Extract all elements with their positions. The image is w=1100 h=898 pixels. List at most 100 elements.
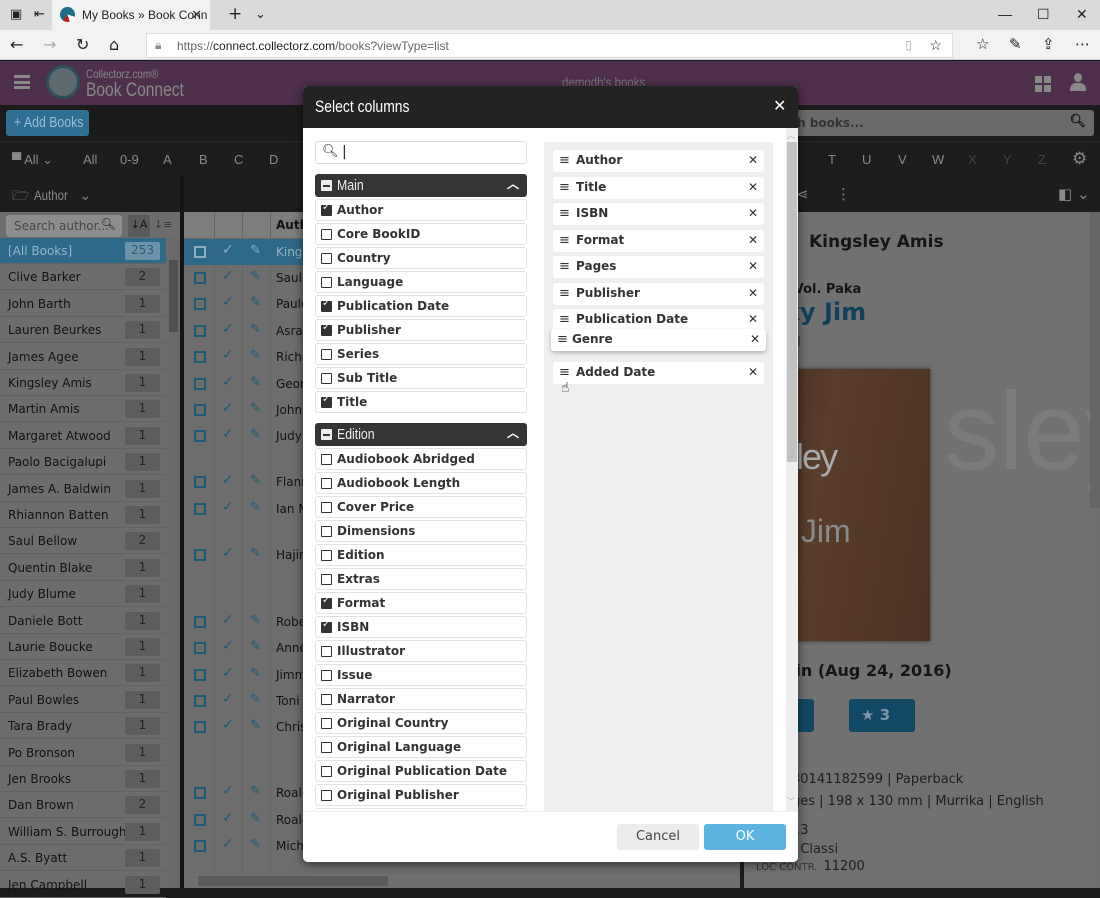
scroll-up-icon[interactable]: ︿ bbox=[787, 130, 795, 141]
author-list-item[interactable]: Elizabeth Bowen 1 bbox=[0, 660, 166, 687]
field-checkbox[interactable] bbox=[321, 322, 332, 336]
edit-pencil-icon[interactable]: ✎ bbox=[250, 666, 261, 681]
remove-column-icon[interactable]: ✕ bbox=[748, 153, 758, 167]
field-option[interactable]: Core BookID bbox=[315, 223, 527, 245]
remove-column-icon[interactable]: ✕ bbox=[748, 180, 758, 194]
more-options-icon[interactable]: ⋮ bbox=[836, 185, 851, 203]
alpha-filter-c[interactable]: C bbox=[234, 152, 243, 167]
selected-column-item[interactable]: ≡ Publication Date ✕ bbox=[553, 309, 764, 331]
edit-pencil-icon[interactable]: ✎ bbox=[250, 500, 261, 515]
browser-tab[interactable]: My Books » Book Conn ✕ bbox=[52, 0, 210, 30]
field-option[interactable]: Country bbox=[315, 247, 527, 269]
share-icon[interactable]: ⇪ bbox=[1042, 35, 1055, 53]
detail-scroll-thumb[interactable] bbox=[1090, 212, 1100, 508]
alpha-filter-y[interactable]: Y bbox=[1003, 152, 1012, 167]
owned-check-icon[interactable]: ✓ bbox=[222, 783, 234, 799]
folder-dropdown[interactable]: 🗁 Author ⌄ bbox=[12, 185, 91, 209]
field-option[interactable]: Series bbox=[315, 343, 527, 365]
owned-check-icon[interactable]: ✓ bbox=[222, 347, 234, 363]
search-books-input[interactable]: ch books... 🔍︎ bbox=[780, 110, 1094, 136]
field-option[interactable]: Sub Title bbox=[315, 367, 527, 389]
alpha-filter-u[interactable]: U bbox=[862, 152, 871, 167]
edit-pencil-icon[interactable]: ✎ bbox=[250, 348, 261, 363]
collapse-minus-icon[interactable] bbox=[321, 429, 332, 440]
edit-pencil-icon[interactable]: ✎ bbox=[250, 639, 261, 654]
field-option[interactable]: Issue bbox=[315, 664, 527, 686]
sidebar-scroll-thumb[interactable] bbox=[169, 260, 178, 332]
sidebar-scrollbar[interactable] bbox=[167, 238, 180, 888]
drag-handle-icon[interactable]: ≡ bbox=[559, 180, 570, 195]
field-checkbox[interactable] bbox=[321, 550, 332, 561]
tab-list-chevron-icon[interactable]: ⌄ bbox=[255, 7, 266, 22]
forward-icon[interactable]: → bbox=[43, 35, 56, 54]
search-icon[interactable]: 🔍︎ bbox=[1069, 114, 1086, 129]
field-checkbox[interactable] bbox=[321, 574, 332, 585]
author-list-item[interactable]: Jen Brooks 1 bbox=[0, 766, 166, 792]
remove-column-icon[interactable]: ✕ bbox=[748, 312, 758, 326]
notes-pen-icon[interactable]: ✎ bbox=[1009, 35, 1022, 53]
sort-az-button[interactable]: ↓A bbox=[128, 215, 150, 237]
dialog-scroll-thumb[interactable] bbox=[787, 142, 797, 462]
owned-check-icon[interactable]: ✓ bbox=[222, 665, 234, 681]
field-option[interactable]: Original Publisher bbox=[315, 784, 527, 806]
field-checkbox[interactable] bbox=[321, 298, 332, 312]
url-input[interactable]: 🔒︎ https://connect.collectorz.com/books?… bbox=[146, 33, 953, 58]
row-checkbox[interactable] bbox=[194, 272, 206, 284]
drag-handle-icon[interactable]: ≡ bbox=[557, 332, 568, 347]
owned-check-icon[interactable]: ✓ bbox=[222, 612, 234, 628]
sort-count-button[interactable]: ↓≡ bbox=[152, 215, 174, 237]
collection-filter-dropdown[interactable]: ▀ All ⌄ bbox=[12, 152, 53, 168]
alpha-filter-z[interactable]: Z bbox=[1038, 152, 1046, 167]
row-checkbox[interactable] bbox=[194, 404, 206, 416]
row-checkbox[interactable] bbox=[194, 430, 206, 442]
field-option[interactable]: Edition bbox=[315, 544, 527, 566]
row-checkbox[interactable] bbox=[194, 840, 206, 852]
field-option[interactable]: Dimensions bbox=[315, 520, 527, 542]
drag-handle-icon[interactable]: ≡ bbox=[559, 286, 570, 301]
tab-actions-icon[interactable]: ▣ bbox=[10, 7, 22, 22]
detail-author[interactable]: Kingsley Amis bbox=[809, 232, 944, 252]
settings-gear-icon[interactable]: ⚙ bbox=[1072, 149, 1087, 169]
panel-layout-icon[interactable]: ◧ ⌄ bbox=[1058, 185, 1090, 203]
field-checkbox[interactable] bbox=[321, 790, 332, 801]
remove-column-icon[interactable]: ✕ bbox=[748, 206, 758, 220]
remove-column-icon[interactable]: ✕ bbox=[748, 259, 758, 273]
alpha-filter-b[interactable]: B bbox=[199, 152, 208, 167]
author-list-item[interactable]: Laurie Boucke 1 bbox=[0, 634, 166, 660]
field-group-edition[interactable]: Edition ︿ bbox=[315, 423, 527, 446]
field-group-main[interactable]: Main ︿ bbox=[315, 174, 527, 197]
field-option[interactable]: Narrator bbox=[315, 688, 527, 710]
field-option[interactable]: Audiobook Length bbox=[315, 472, 527, 494]
drag-handle-icon[interactable]: ≡ bbox=[559, 206, 570, 221]
field-option[interactable]: Original Language bbox=[315, 736, 527, 758]
field-checkbox[interactable] bbox=[321, 277, 332, 288]
remove-column-icon[interactable]: ✕ bbox=[748, 365, 758, 379]
drag-handle-icon[interactable]: ≡ bbox=[559, 153, 570, 168]
author-list-item[interactable]: Clive Barker 2 bbox=[0, 264, 166, 291]
row-checkbox[interactable] bbox=[194, 476, 206, 488]
edit-pencil-icon[interactable]: ✎ bbox=[250, 243, 261, 258]
reading-view-icon[interactable]: ▯ bbox=[905, 38, 912, 52]
list-horizontal-scrollbar[interactable] bbox=[184, 874, 740, 888]
edit-pencil-icon[interactable]: ✎ bbox=[250, 837, 261, 852]
more-menu-icon[interactable]: ⋯ bbox=[1075, 35, 1090, 53]
field-checkbox[interactable] bbox=[321, 373, 332, 384]
row-checkbox[interactable] bbox=[194, 814, 206, 826]
remove-column-icon[interactable]: ✕ bbox=[748, 233, 758, 247]
field-checkbox[interactable] bbox=[321, 619, 332, 633]
field-checkbox[interactable] bbox=[321, 694, 332, 705]
author-search-input[interactable]: Search author... 🔍︎ bbox=[6, 215, 122, 237]
alpha-filter-a[interactable]: A bbox=[163, 152, 172, 167]
edit-pencil-icon[interactable]: ✎ bbox=[250, 473, 261, 488]
owned-check-icon[interactable]: ✓ bbox=[222, 426, 234, 442]
ok-button[interactable]: OK bbox=[704, 824, 786, 850]
edit-pencil-icon[interactable]: ✎ bbox=[250, 692, 261, 707]
field-checkbox[interactable] bbox=[321, 454, 332, 465]
maximize-button[interactable]: ☐ bbox=[1037, 6, 1050, 23]
field-option[interactable]: ISBN bbox=[315, 616, 527, 638]
selected-column-item[interactable]: ≡ ISBN ✕ bbox=[553, 203, 764, 225]
drag-handle-icon[interactable]: ≡ bbox=[559, 312, 570, 327]
author-list-item[interactable]: James Agee 1 bbox=[0, 344, 166, 370]
field-option[interactable]: Extras bbox=[315, 568, 527, 590]
owned-check-icon[interactable]: ✓ bbox=[222, 472, 234, 488]
